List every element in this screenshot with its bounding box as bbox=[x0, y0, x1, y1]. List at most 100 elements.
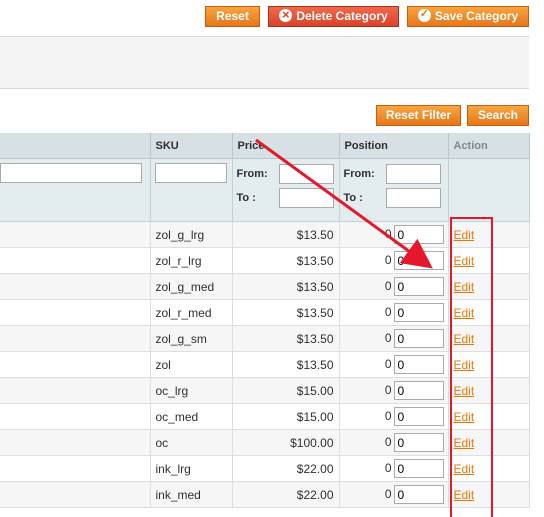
position-from-label: From: bbox=[343, 168, 375, 180]
price-to-input[interactable] bbox=[278, 188, 334, 208]
tab-strip-area bbox=[0, 37, 529, 89]
position-value: 0 bbox=[384, 330, 392, 345]
edit-link[interactable]: Edit bbox=[454, 436, 475, 450]
price-cell: $22.00 bbox=[232, 455, 340, 482]
position-value: 0 bbox=[384, 252, 392, 267]
sku-cell: oc bbox=[150, 429, 233, 456]
position-column-header[interactable]: Position bbox=[339, 133, 449, 159]
position-input[interactable] bbox=[393, 381, 444, 400]
table-row[interactable]: oc_lrg$15.00 0 Edit bbox=[0, 377, 530, 404]
table-row[interactable]: oc$100.00 0 Edit bbox=[0, 429, 530, 456]
table-row[interactable]: zol_g_med$13.50 0 Edit bbox=[0, 273, 530, 300]
delete-category-button[interactable]: Delete Category bbox=[268, 5, 399, 27]
table-row[interactable]: ink_lrg$22.00 0 Edit bbox=[0, 455, 530, 482]
position-value: 0 bbox=[384, 434, 392, 449]
edit-link[interactable]: Edit bbox=[454, 280, 475, 294]
sku-cell: ink_lrg bbox=[150, 455, 233, 482]
position-cell: 0 bbox=[339, 299, 449, 326]
sku-cell: zol_g_med bbox=[150, 273, 233, 300]
filter-row: From: To : From: To : bbox=[0, 158, 530, 222]
action-cell: Edit bbox=[448, 273, 530, 300]
reset-button-label: Reset bbox=[216, 9, 249, 23]
name-filter-input[interactable] bbox=[0, 163, 142, 183]
position-cell: 0 bbox=[339, 221, 449, 248]
name-cell bbox=[0, 429, 151, 456]
sku-cell: ink_med bbox=[150, 481, 233, 508]
sku-column-header[interactable]: SKU bbox=[150, 133, 233, 159]
position-cell: 0 bbox=[339, 429, 449, 456]
name-cell bbox=[0, 351, 151, 378]
position-value: 0 bbox=[384, 356, 392, 371]
position-value: 0 bbox=[384, 408, 392, 423]
price-column-header[interactable]: Price bbox=[232, 133, 340, 159]
name-cell bbox=[0, 273, 151, 300]
table-row[interactable]: zol$13.50 0 Edit bbox=[0, 351, 530, 378]
position-input[interactable] bbox=[393, 407, 444, 426]
action-cell: Edit bbox=[448, 481, 530, 508]
table-row[interactable]: zol_g_sm$13.50 0 Edit bbox=[0, 325, 530, 352]
table-row[interactable]: oc_med$15.00 0 Edit bbox=[0, 403, 530, 430]
reset-button[interactable]: Reset bbox=[205, 6, 260, 27]
search-button-label: Search bbox=[477, 108, 519, 122]
position-input[interactable] bbox=[393, 459, 444, 478]
save-category-button[interactable]: Save Category bbox=[407, 5, 529, 27]
table-row[interactable]: ink_med$22.00 0 Edit bbox=[0, 481, 530, 508]
edit-link[interactable]: Edit bbox=[454, 306, 475, 320]
position-value: 0 bbox=[384, 382, 392, 397]
sku-cell: zol bbox=[150, 351, 233, 378]
action-cell: Edit bbox=[448, 247, 530, 274]
edit-link[interactable]: Edit bbox=[454, 228, 475, 242]
edit-link[interactable]: Edit bbox=[454, 410, 475, 424]
sku-cell: zol_g_sm bbox=[150, 325, 233, 352]
sku-filter-input[interactable] bbox=[154, 163, 227, 183]
price-cell: $13.50 bbox=[232, 351, 340, 378]
position-input[interactable] bbox=[393, 485, 444, 504]
edit-link[interactable]: Edit bbox=[454, 462, 475, 476]
position-cell: 0 bbox=[339, 481, 449, 508]
edit-link[interactable]: Edit bbox=[454, 384, 475, 398]
position-input[interactable] bbox=[393, 225, 444, 244]
name-cell bbox=[0, 377, 151, 404]
price-cell: $15.00 bbox=[232, 403, 340, 430]
position-input[interactable] bbox=[393, 355, 444, 374]
action-cell: Edit bbox=[448, 299, 530, 326]
position-cell: 0 bbox=[339, 273, 449, 300]
position-input[interactable] bbox=[393, 251, 444, 270]
name-column-header[interactable] bbox=[0, 133, 151, 159]
delete-category-label: Delete Category bbox=[296, 9, 388, 23]
edit-link[interactable]: Edit bbox=[454, 488, 475, 502]
sku-cell: zol_r_lrg bbox=[150, 247, 233, 274]
action-cell: Edit bbox=[448, 429, 530, 456]
position-input[interactable] bbox=[393, 303, 444, 322]
save-category-label: Save Category bbox=[434, 9, 519, 23]
price-from-input[interactable] bbox=[278, 164, 334, 184]
action-cell: Edit bbox=[448, 325, 530, 352]
position-input[interactable] bbox=[393, 329, 444, 348]
position-cell: 0 bbox=[339, 351, 449, 378]
position-value: 0 bbox=[384, 278, 392, 293]
name-cell bbox=[0, 247, 151, 274]
position-cell: 0 bbox=[339, 455, 449, 482]
table-row[interactable]: zol_r_lrg$13.50 0 Edit bbox=[0, 247, 530, 274]
price-cell: $13.50 bbox=[232, 299, 340, 326]
position-cell: 0 bbox=[339, 325, 449, 352]
sku-cell: zol_r_med bbox=[150, 299, 233, 326]
sku-cell: oc_lrg bbox=[150, 377, 233, 404]
reset-filter-button[interactable]: Reset Filter bbox=[376, 105, 461, 126]
edit-link[interactable]: Edit bbox=[454, 358, 475, 372]
edit-link[interactable]: Edit bbox=[454, 332, 475, 346]
table-row[interactable]: zol_r_med$13.50 0 Edit bbox=[0, 299, 530, 326]
search-button[interactable]: Search bbox=[467, 105, 529, 126]
position-from-input[interactable] bbox=[385, 164, 441, 184]
position-input[interactable] bbox=[393, 277, 444, 296]
name-cell bbox=[0, 403, 151, 430]
checkmark-icon bbox=[417, 5, 431, 24]
action-cell: Edit bbox=[448, 455, 530, 482]
position-to-input[interactable] bbox=[385, 188, 441, 208]
position-input[interactable] bbox=[393, 433, 444, 452]
table-row[interactable]: zol_g_lrg$13.50 0 Edit bbox=[0, 221, 530, 248]
edit-link[interactable]: Edit bbox=[454, 254, 475, 268]
price-cell: $13.50 bbox=[232, 247, 340, 274]
position-cell: 0 bbox=[339, 403, 449, 430]
action-cell: Edit bbox=[448, 221, 530, 248]
